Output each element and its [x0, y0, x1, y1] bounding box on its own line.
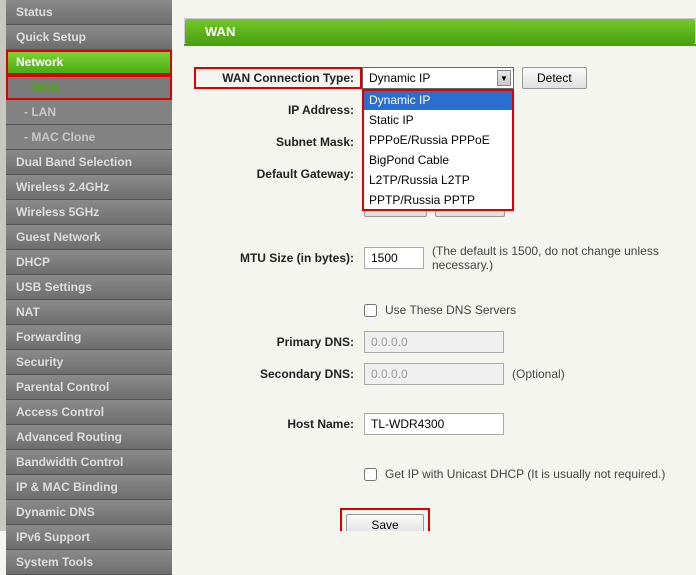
sidebar-item-quick-setup[interactable]: Quick Setup: [6, 25, 172, 50]
sidebar-item-bandwidth-control[interactable]: Bandwidth Control: [6, 450, 172, 475]
mtu-hint: (The default is 1500, do not change unle…: [432, 244, 696, 272]
mtu-input[interactable]: [364, 247, 424, 269]
sidebar-item-dhcp[interactable]: DHCP: [6, 250, 172, 275]
content-area: WAN WAN Connection Type: Dynamic IP ▼ De…: [172, 0, 696, 531]
wan-conn-type-dropdown[interactable]: Dynamic IPStatic IPPPPoE/Russia PPPoEBig…: [362, 89, 514, 211]
unicast-dhcp-checkbox[interactable]: [364, 468, 377, 481]
sidebar-item-access-control[interactable]: Access Control: [6, 400, 172, 425]
wan-form: WAN Connection Type: Dynamic IP ▼ Detect…: [184, 66, 696, 531]
conn-type-option-bigpond-cable[interactable]: BigPond Cable: [363, 150, 513, 170]
sidebar-item-forwarding[interactable]: Forwarding: [6, 325, 172, 350]
save-button[interactable]: Save: [346, 514, 423, 531]
page-title-bar: WAN: [184, 18, 696, 46]
sidebar-sub-wan[interactable]: - WAN: [6, 75, 172, 100]
sidebar-item-dynamic-dns[interactable]: Dynamic DNS: [6, 500, 172, 525]
secondary-dns-label: Secondary DNS:: [194, 367, 364, 381]
wan-conn-type-select[interactable]: Dynamic IP ▼: [362, 67, 514, 89]
sidebar-item-dual-band-selection[interactable]: Dual Band Selection: [6, 150, 172, 175]
detect-button[interactable]: Detect: [522, 67, 587, 89]
secondary-dns-input[interactable]: [364, 363, 504, 385]
conn-type-option-l2tp-russia-l2tp[interactable]: L2TP/Russia L2TP: [363, 170, 513, 190]
sidebar-item-wireless-5ghz[interactable]: Wireless 5GHz: [6, 200, 172, 225]
save-highlight: Save: [342, 510, 427, 531]
chevron-down-icon: ▼: [497, 70, 511, 86]
host-name-label: Host Name:: [194, 417, 364, 431]
conn-type-option-pppoe-russia-pppoe[interactable]: PPPoE/Russia PPPoE: [363, 130, 513, 150]
sidebar-sub-mac-clone[interactable]: - MAC Clone: [6, 125, 172, 150]
sidebar-item-ipv6-support[interactable]: IPv6 Support: [6, 525, 172, 550]
sidebar: StatusQuick SetupNetwork- WAN- LAN- MAC …: [6, 0, 172, 531]
mtu-label: MTU Size (in bytes):: [194, 251, 364, 265]
sidebar-item-status[interactable]: Status: [6, 0, 172, 25]
wan-conn-type-label: WAN Connection Type:: [194, 67, 362, 89]
host-name-input[interactable]: [364, 413, 504, 435]
subnet-mask-label: Subnet Mask:: [194, 135, 364, 149]
unicast-dhcp-label: Get IP with Unicast DHCP (It is usually …: [385, 467, 665, 481]
sidebar-item-system-tools[interactable]: System Tools: [6, 550, 172, 575]
default-gateway-label: Default Gateway:: [194, 167, 364, 181]
primary-dns-label: Primary DNS:: [194, 335, 364, 349]
primary-dns-input[interactable]: [364, 331, 504, 353]
sidebar-item-wireless-2-4ghz[interactable]: Wireless 2.4GHz: [6, 175, 172, 200]
sidebar-item-nat[interactable]: NAT: [6, 300, 172, 325]
conn-type-option-dynamic-ip[interactable]: Dynamic IP: [363, 90, 513, 110]
conn-type-option-pptp-russia-pptp[interactable]: PPTP/Russia PPTP: [363, 190, 513, 210]
sidebar-item-usb-settings[interactable]: USB Settings: [6, 275, 172, 300]
sidebar-item-security[interactable]: Security: [6, 350, 172, 375]
page-title: WAN: [185, 19, 695, 44]
sidebar-item-guest-network[interactable]: Guest Network: [6, 225, 172, 250]
optional-hint: (Optional): [512, 367, 565, 381]
sidebar-sub-lan[interactable]: - LAN: [6, 100, 172, 125]
ip-address-label: IP Address:: [194, 103, 364, 117]
wan-conn-type-value: Dynamic IP: [369, 71, 430, 85]
sidebar-item-advanced-routing[interactable]: Advanced Routing: [6, 425, 172, 450]
conn-type-option-static-ip[interactable]: Static IP: [363, 110, 513, 130]
sidebar-item-network[interactable]: Network: [6, 50, 172, 75]
use-dns-checkbox[interactable]: [364, 304, 377, 317]
sidebar-item-ip-mac-binding[interactable]: IP & MAC Binding: [6, 475, 172, 500]
sidebar-item-parental-control[interactable]: Parental Control: [6, 375, 172, 400]
use-dns-label: Use These DNS Servers: [385, 303, 516, 317]
